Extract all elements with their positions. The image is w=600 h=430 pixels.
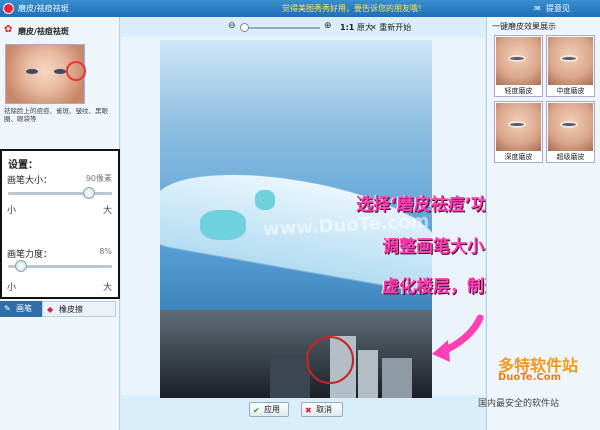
- effect-label: 轻度磨皮: [504, 87, 533, 95]
- left-panel: ✿ 磨皮/祛痘祛斑 祛除脸上的痘痘、雀斑、皱纹、黑眼圈、眼袋等 设置： 画笔大小…: [0, 17, 120, 430]
- effects-title: 一键磨皮效果展示: [492, 22, 556, 31]
- restart-label: 重新开始: [379, 23, 412, 32]
- edited-photo[interactable]: www.DuoTe.com: [160, 40, 432, 398]
- eye-graphic: [508, 121, 526, 128]
- apply-label: 应用: [264, 405, 280, 414]
- effect-medium[interactable]: 中度磨皮: [546, 35, 595, 97]
- brush-size-max: 大: [102, 206, 112, 216]
- tab-brush-label: 画笔: [16, 304, 32, 313]
- bear-small-graphic: [255, 190, 275, 210]
- retouch-icon: ✿: [4, 24, 13, 35]
- feedback-icon: ✉: [534, 4, 541, 13]
- bottom-actions: ✔ 应用 ✖ 取消: [121, 400, 485, 420]
- promo-link[interactable]: 觉得美图秀秀好用，要告诉您的朋友哦！: [282, 3, 426, 14]
- eye-graphic: [560, 55, 578, 62]
- eye-left: [26, 69, 38, 74]
- brush-size-value: 90像素: [85, 174, 112, 183]
- settings-box: 设置： 画笔大小： 90像素 小 大 画笔力度： 8% 小 大: [0, 149, 120, 299]
- zoom-in-icon[interactable]: ⊕: [324, 21, 332, 31]
- brush-cursor: [306, 336, 354, 384]
- annotation-1: 选择‘磨皮祛痘’功能: [356, 195, 505, 215]
- effect-thumbnail: [496, 103, 541, 151]
- tab-eraser-label: 橡皮擦: [59, 305, 83, 314]
- brush-size-min: 小: [7, 206, 17, 216]
- brush-force-slider[interactable]: [8, 260, 112, 272]
- brush-force-min: 小: [7, 283, 17, 293]
- preview-thumbnail: [5, 44, 86, 104]
- settings-title: 设置：: [8, 160, 38, 171]
- brush-force-max: 大: [102, 283, 112, 293]
- tool-tabs: ✎ 画笔 ◆ 橡皮擦: [0, 301, 120, 317]
- zoom-knob[interactable]: [240, 23, 249, 32]
- brush-size-knob[interactable]: [83, 187, 96, 199]
- cancel-button[interactable]: ✖ 取消: [301, 402, 343, 417]
- brush-size-label: 画笔大小：: [7, 176, 53, 186]
- close-icon: ✕: [370, 23, 377, 32]
- zoom-slider[interactable]: [240, 23, 320, 32]
- highlight-circle: [66, 61, 86, 81]
- apply-button[interactable]: ✔ 应用: [249, 402, 289, 417]
- restart-button[interactable]: ✕ 重新开始: [370, 22, 411, 33]
- window-title: 磨皮/祛痘祛斑: [18, 4, 69, 13]
- zoom-toolbar: ⊖ ⊕ 1:1 原大 ✕ 重新开始: [121, 17, 485, 37]
- tab-eraser[interactable]: ◆ 橡皮擦: [42, 301, 116, 317]
- actual-size-button[interactable]: 1:1 原大: [340, 22, 373, 33]
- effect-super[interactable]: 超级磨皮: [546, 101, 595, 163]
- effect-thumbnail: [548, 103, 593, 151]
- building: [270, 358, 310, 398]
- tab-brush[interactable]: ✎ 画笔: [0, 301, 42, 317]
- site-logo-domain: DuoTe.Com: [498, 372, 561, 383]
- effect-label: 深度磨皮: [504, 153, 533, 161]
- effect-label: 中度磨皮: [556, 87, 585, 95]
- building: [382, 358, 412, 398]
- brush-size-slider[interactable]: [8, 187, 112, 199]
- bear-graphic: [200, 210, 246, 240]
- site-logo-tagline: 国内最安全的软件站: [478, 399, 560, 409]
- brush-force-value: 8%: [99, 247, 112, 256]
- city-buildings: [160, 310, 432, 398]
- actual-size-ratio: 1:1: [340, 23, 355, 32]
- panel-header: ✿ 磨皮/祛痘祛斑: [4, 23, 116, 39]
- check-icon: ✔: [253, 406, 260, 415]
- site-logo: 多特软件站 DuoTe.Com 国内最安全的软件站: [478, 350, 600, 412]
- effect-deep[interactable]: 深度磨皮: [494, 101, 543, 163]
- effect-thumbnail: [548, 37, 593, 85]
- effect-label: 超级磨皮: [556, 153, 585, 161]
- effect-thumbnail: [496, 37, 541, 85]
- building: [358, 350, 378, 398]
- feedback-link[interactable]: 提意见: [546, 3, 570, 14]
- brush-force-knob[interactable]: [15, 260, 28, 272]
- effect-light[interactable]: 轻度磨皮: [494, 35, 543, 97]
- cancel-label: 取消: [316, 405, 332, 414]
- zoom-out-icon[interactable]: ⊖: [228, 21, 236, 31]
- eye-right: [54, 69, 66, 74]
- cancel-icon: ✖: [305, 406, 312, 415]
- brush-force-label: 画笔力度：: [7, 250, 53, 260]
- eye-graphic: [508, 55, 526, 62]
- app-logo-icon: [3, 3, 14, 14]
- eraser-icon: ◆: [47, 305, 54, 314]
- brush-icon: ✎: [4, 304, 11, 313]
- title-bar: 磨皮/祛痘祛斑 觉得美图秀秀好用，要告诉您的朋友哦！ ✉ 提意见: [0, 0, 600, 17]
- panel-description: 祛除脸上的痘痘、雀斑、皱纹、黑眼圈、眼袋等: [4, 107, 108, 123]
- eye-graphic: [560, 121, 578, 128]
- panel-header-title: 磨皮/祛痘祛斑: [18, 27, 69, 36]
